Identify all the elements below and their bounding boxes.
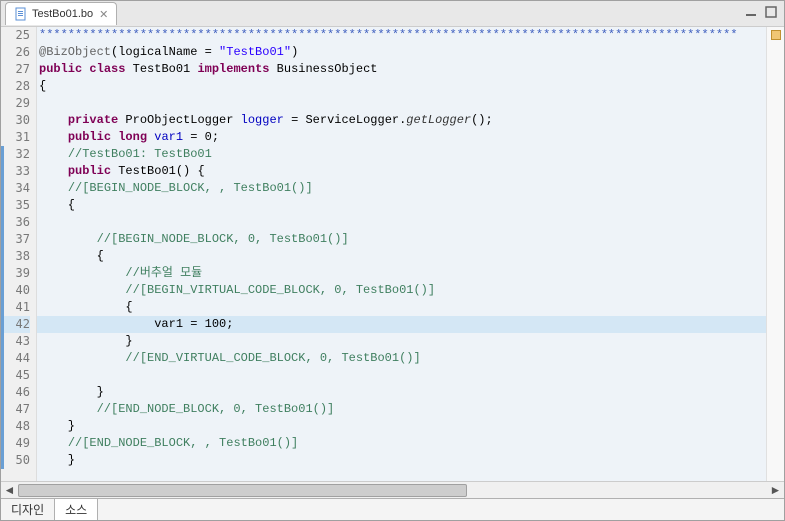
code-area[interactable]: ****************************************… [37,27,784,481]
code-line[interactable]: } [37,384,784,401]
code-line[interactable]: //버추얼 모듈 [37,265,784,282]
tab-design-label: 디자인 [11,501,44,518]
line-number: 40 [1,282,30,299]
line-number: 31 [1,129,30,146]
line-number: 36 [1,214,30,231]
line-number: 44 [1,350,30,367]
file-tab[interactable]: TestBo01.bo ✕ [5,2,117,25]
line-number: 26 [1,44,30,61]
line-number-gutter: 2526272829303132333435363738394041424344… [1,27,37,481]
maximize-icon[interactable] [764,5,778,19]
code-line[interactable]: public TestBo01() { [37,163,784,180]
file-tab-label: TestBo01.bo [32,8,93,20]
line-number: 32 [1,146,30,163]
scroll-thumb[interactable] [18,484,467,497]
line-number: 48 [1,418,30,435]
warning-marker[interactable] [771,30,781,40]
code-line[interactable]: } [37,333,784,350]
tab-source-label: 소스 [65,501,87,518]
code-line[interactable]: var1 = 100; [37,316,784,333]
code-line[interactable]: { [37,197,784,214]
line-number: 39 [1,265,30,282]
code-line[interactable]: //[BEGIN_NODE_BLOCK, 0, TestBo01()] [37,231,784,248]
line-number: 35 [1,197,30,214]
line-number: 27 [1,61,30,78]
close-icon[interactable]: ✕ [99,8,108,21]
file-icon [14,7,28,21]
code-line[interactable]: { [37,248,784,265]
line-number: 49 [1,435,30,452]
line-number: 34 [1,180,30,197]
line-number: 29 [1,95,30,112]
code-line[interactable]: //[END_VIRTUAL_CODE_BLOCK, 0, TestBo01()… [37,350,784,367]
overview-ruler[interactable] [766,27,784,481]
scroll-right-icon[interactable]: ► [767,482,784,499]
tab-bar: TestBo01.bo ✕ [1,1,784,27]
code-line[interactable] [37,367,784,384]
line-number: 25 [1,27,30,44]
code-line[interactable]: //[END_NODE_BLOCK, 0, TestBo01()] [37,401,784,418]
horizontal-scrollbar[interactable]: ◄ ► [1,481,784,498]
editor-window: TestBo01.bo ✕ 25262728293031323334353637… [0,0,785,521]
line-number: 42 [1,316,30,333]
code-line[interactable]: public long var1 = 0; [37,129,784,146]
code-line[interactable]: private ProObjectLogger logger = Service… [37,112,784,129]
line-number: 38 [1,248,30,265]
code-line[interactable]: } [37,418,784,435]
code-line[interactable] [37,95,784,112]
code-line[interactable]: { [37,299,784,316]
line-number: 46 [1,384,30,401]
line-number: 41 [1,299,30,316]
code-line[interactable]: //[END_NODE_BLOCK, , TestBo01()] [37,435,784,452]
window-controls [744,5,778,19]
code-line[interactable]: //[BEGIN_NODE_BLOCK, , TestBo01()] [37,180,784,197]
line-number: 28 [1,78,30,95]
tab-source[interactable]: 소스 [55,499,98,520]
line-number: 43 [1,333,30,350]
code-line[interactable]: public class TestBo01 implements Busines… [37,61,784,78]
tab-design[interactable]: 디자인 [1,499,55,520]
line-number: 47 [1,401,30,418]
bottom-tab-bar: 디자인 소스 [1,498,784,520]
code-line[interactable]: ****************************************… [37,27,784,44]
scroll-track[interactable] [18,482,767,499]
line-number: 50 [1,452,30,469]
scroll-left-icon[interactable]: ◄ [1,482,18,499]
minimize-icon[interactable] [744,5,758,19]
code-line[interactable]: //[BEGIN_VIRTUAL_CODE_BLOCK, 0, TestBo01… [37,282,784,299]
code-line[interactable]: //TestBo01: TestBo01 [37,146,784,163]
line-number: 45 [1,367,30,384]
code-line[interactable]: } [37,452,784,469]
code-editor: 2526272829303132333435363738394041424344… [1,27,784,481]
code-line[interactable] [37,214,784,231]
line-number: 30 [1,112,30,129]
line-number: 33 [1,163,30,180]
line-number: 37 [1,231,30,248]
code-line[interactable]: { [37,78,784,95]
code-line[interactable]: @BizObject(logicalName = "TestBo01") [37,44,784,61]
